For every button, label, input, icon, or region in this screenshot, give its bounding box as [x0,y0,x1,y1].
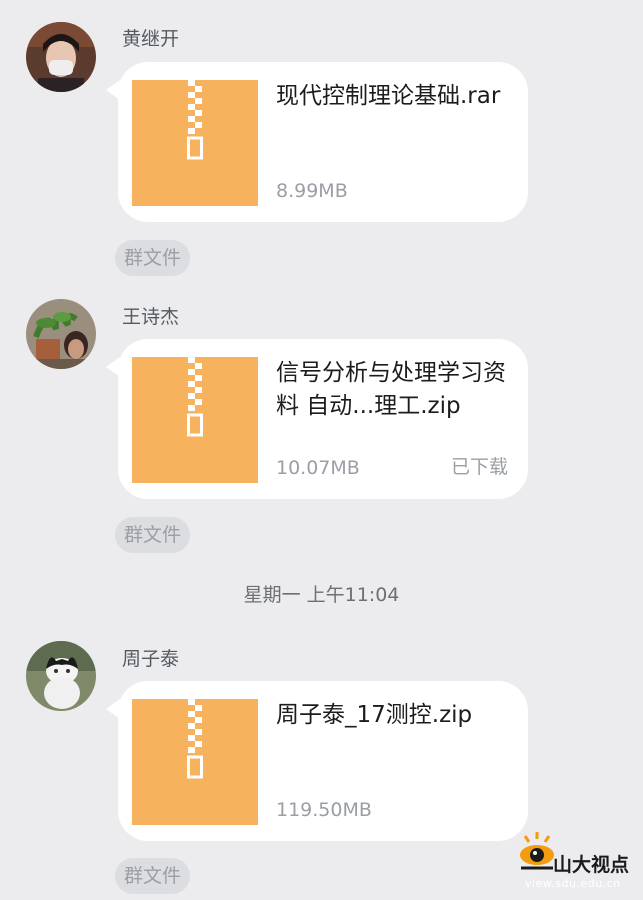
sender-name: 黄继开 [122,28,180,50]
file-bubble[interactable]: 信号分析与处理学习资料 自动...理工.zip 10.07MB 已下载 [106,339,528,499]
sender-name: 周子泰 [122,648,180,670]
zip-icon [132,357,258,483]
avatar[interactable] [26,299,96,369]
file-name: 信号分析与处理学习资料 自动...理工.zip [276,360,506,419]
sender-name: 王诗杰 [122,306,180,328]
group-file-tag[interactable]: 群文件 [115,517,191,553]
avatar[interactable] [26,641,96,711]
watermark-title: 山大视点 [553,854,630,876]
watermark: 山大视点 view.sdu.edu.cn [517,830,639,896]
file-size: 119.50MB [276,799,372,821]
zip-icon [132,80,258,206]
file-name: 现代控制理论基础.rar [276,83,501,109]
group-file-tag[interactable]: 群文件 [115,240,191,276]
time-separator: 星期一 上午11:04 [243,584,400,606]
file-name: 周子泰_17测控.zip [276,702,473,728]
group-file-tag[interactable]: 群文件 [115,858,191,894]
file-size: 8.99MB [276,180,348,202]
download-status: 已下载 [450,456,508,478]
watermark-url: view.sdu.edu.cn [525,877,621,890]
file-bubble[interactable]: 周子泰_17测控.zip 119.50MB [106,681,528,841]
eye-logo-icon [520,832,554,870]
zip-icon [132,699,258,825]
avatar[interactable] [26,22,96,92]
file-bubble[interactable]: 现代控制理论基础.rar 8.99MB [106,62,528,222]
file-size: 10.07MB [276,457,360,479]
